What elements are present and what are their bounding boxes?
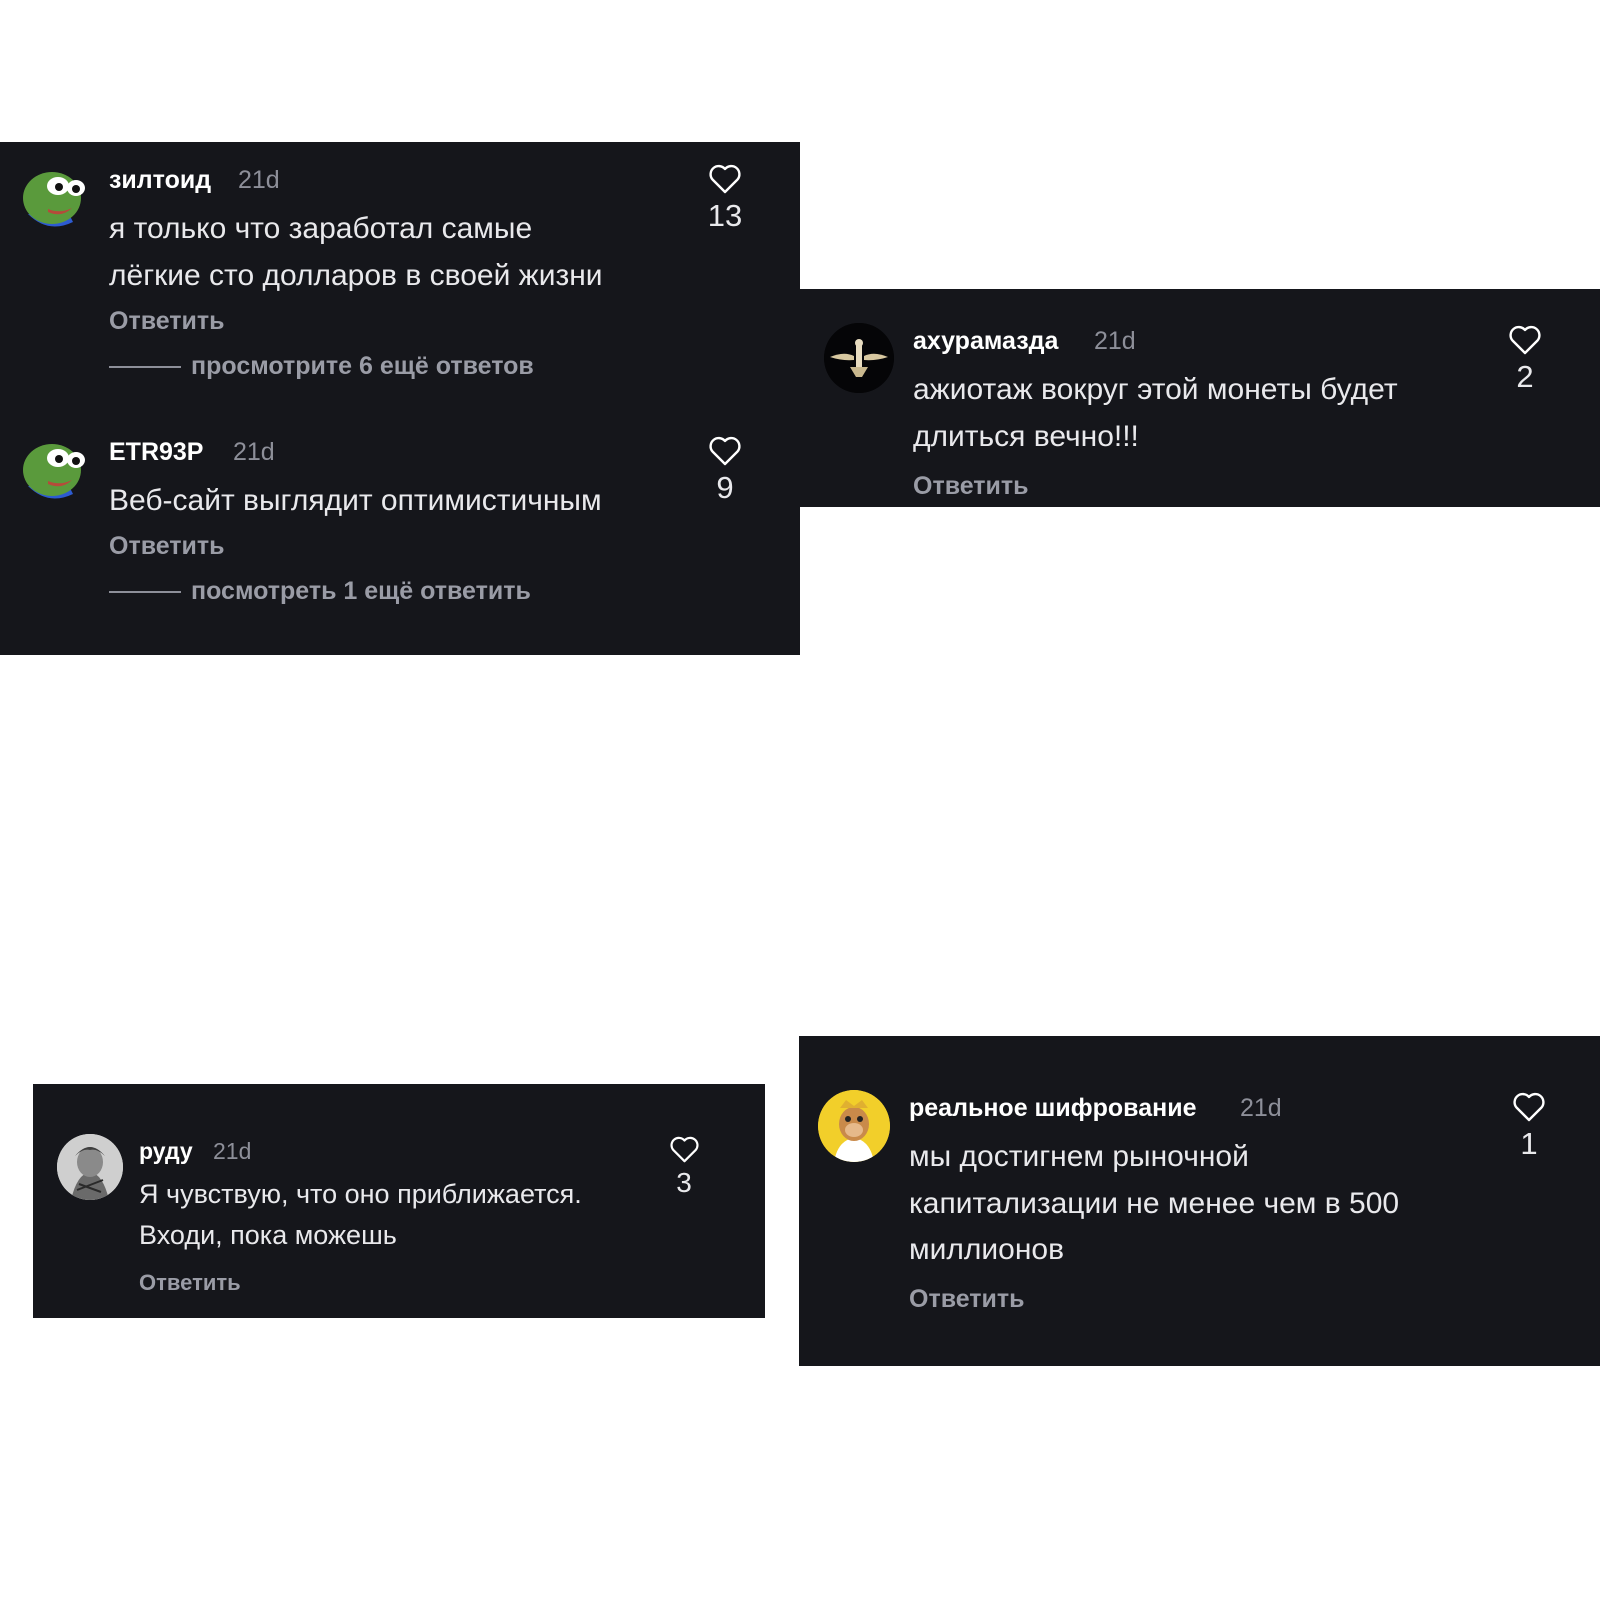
comment-item: реальное шифрование 21d мы достигнем рын… [799,1036,1600,1366]
like-button[interactable]: 3 [659,1136,709,1199]
comment-text-line: Я чувствую, что оно приближается. [139,1179,582,1209]
comment-text-line: лёгкие сто долларов в своей жизни [109,258,603,292]
comment-text-line: Входи, пока можешь [139,1220,397,1250]
comment-text: Веб-сайт выглядит оптимистичным [109,478,689,525]
comment-text-line: ажиотаж вокруг этой монеты будет [913,373,1398,406]
reply-button[interactable]: Ответить [109,532,225,561]
comment-text-line: Веб-сайт выглядит оптимистичным [109,484,602,517]
heart-icon [709,436,741,466]
comments-panel-bottom-right: реальное шифрование 21d мы достигнем рын… [799,1036,1600,1366]
reply-button[interactable]: Ответить [909,1285,1025,1314]
reply-button[interactable]: Ответить [109,307,225,336]
view-more-replies-label: просмотрите 6 ещё ответов [191,352,534,380]
username[interactable]: ETR93P [109,438,203,467]
comment-text-line: миллионов [909,1233,1065,1266]
divider [109,591,181,594]
like-button[interactable]: 1 [1499,1092,1559,1162]
like-count: 3 [676,1167,692,1198]
timestamp: 21d [213,1138,252,1164]
timestamp: 21d [233,438,275,466]
comment-text: Я чувствую, что оно приближается. Входи,… [139,1174,699,1256]
heart-icon [1513,1092,1545,1122]
view-more-replies-label: посмотреть 1 ещё ответить [191,577,531,605]
heart-icon [1509,325,1541,355]
comment-text-line: я только что заработал самые [109,212,533,245]
faravahar-avatar[interactable] [824,323,894,393]
comment-text: ажиотаж вокруг этой монеты будет длиться… [913,367,1493,460]
username[interactable]: ахурамазда [913,327,1058,356]
username[interactable]: руду [139,1138,193,1165]
divider [109,366,181,369]
reply-button[interactable]: Ответить [913,472,1029,501]
timestamp: 21d [1240,1094,1282,1122]
sketch-portrait-avatar[interactable] [57,1134,123,1200]
reply-button[interactable]: Ответить [139,1270,241,1296]
comments-panel-top-left: зилтоид 21d я только что заработал самые… [0,142,800,655]
timestamp: 21d [238,166,280,194]
comment-text-line: капитализации не менее чем в 500 [909,1186,1400,1220]
comment-item: зилтоид 21d я только что заработал самые… [0,142,800,392]
comments-panel-top-right: ахурамазда 21d ажиотаж вокруг этой монет… [800,289,1600,507]
view-more-replies-link[interactable]: посмотреть 1 ещё ответить [109,577,531,606]
yellow-ape-avatar[interactable] [818,1090,890,1162]
like-count: 2 [1516,359,1534,394]
like-button[interactable]: 9 [695,436,755,506]
like-count: 1 [1520,1126,1538,1161]
like-button[interactable]: 2 [1495,325,1555,395]
like-count: 13 [707,198,743,233]
like-count: 9 [716,470,734,505]
comments-panel-bottom-left: руду 21d Я чувствую, что оно приближаетс… [33,1084,765,1318]
heart-icon [709,164,741,194]
view-more-replies-link[interactable]: просмотрите 6 ещё ответов [109,352,534,381]
comment-text: мы достигнем рыночной капитализации не м… [909,1134,1489,1274]
comment-item: руду 21d Я чувствую, что оно приближаетс… [33,1084,765,1318]
pepe-frog-avatar[interactable] [18,436,88,506]
comment-text-line: мы достигнем рыночной [909,1140,1249,1173]
heart-icon [670,1136,698,1163]
comment-item: ахурамазда 21d ажиотаж вокруг этой монет… [800,289,1600,507]
comment-text: я только что заработал самые лёгкие сто … [109,206,689,299]
timestamp: 21d [1094,327,1136,355]
username[interactable]: зилтоид [109,166,211,195]
username[interactable]: реальное шифрование [909,1094,1197,1123]
pepe-frog-avatar[interactable] [18,164,88,234]
like-button[interactable]: 13 [695,164,755,234]
comment-text-line: длиться вечно!!! [913,419,1139,453]
comment-item: ETR93P 21d Веб-сайт выглядит оптимистичн… [0,414,800,654]
